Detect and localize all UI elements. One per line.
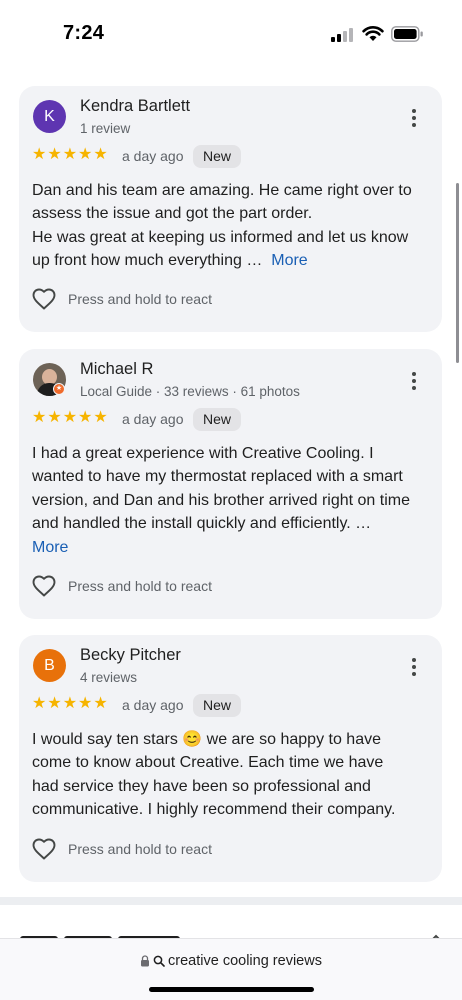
heart-icon[interactable] bbox=[32, 575, 56, 597]
more-options-icon[interactable] bbox=[404, 656, 424, 678]
star-icon: ★ bbox=[62, 695, 78, 712]
review-time: a day ago bbox=[122, 697, 184, 713]
review-text-line: Dan and his team are amazing. He came ri… bbox=[32, 182, 412, 199]
star-rating: ★ ★ ★ ★ ★ bbox=[32, 147, 108, 163]
reviewer-avatar[interactable]: K bbox=[33, 100, 66, 133]
reviewer-meta: 1 review bbox=[80, 121, 131, 136]
scrollbar[interactable] bbox=[456, 183, 459, 363]
reviewer-meta: 4 reviews bbox=[80, 670, 138, 685]
new-badge: New bbox=[193, 145, 242, 168]
star-icon: ★ bbox=[32, 409, 47, 426]
heart-icon[interactable] bbox=[32, 288, 56, 310]
review-card: K Kendra Bartlett 1 review ★ ★ ★ ★ ★ a d… bbox=[19, 86, 442, 332]
review-text-line: had service they have been so profession… bbox=[32, 777, 371, 795]
more-link[interactable]: More bbox=[32, 536, 432, 559]
reviewer-name[interactable]: Becky Pitcher bbox=[80, 646, 181, 665]
new-badge: New bbox=[193, 408, 242, 431]
star-rating: ★ ★ ★ ★ ★ bbox=[32, 410, 108, 426]
search-icon bbox=[153, 955, 165, 967]
star-icon: ★ bbox=[47, 409, 62, 426]
star-icon: ★ bbox=[47, 695, 62, 712]
review-text-line: version, and Dan and his brother arrived… bbox=[32, 491, 410, 509]
review-card: ★ Michael R Local Guide · 33 reviews · 6… bbox=[19, 349, 442, 619]
cellular-signal-icon bbox=[331, 28, 353, 42]
star-icon: ★ bbox=[78, 146, 93, 163]
react-row[interactable]: Press and hold to react bbox=[32, 575, 212, 597]
star-icon: ★ bbox=[93, 146, 108, 163]
review-card: B Becky Pitcher 4 reviews ★ ★ ★ ★ ★ a da… bbox=[19, 635, 442, 882]
battery-icon bbox=[391, 26, 423, 42]
star-icon: ★ bbox=[78, 409, 93, 426]
react-label: Press and hold to react bbox=[68, 291, 212, 307]
react-row[interactable]: Press and hold to react bbox=[32, 838, 212, 860]
reviewer-meta: Local Guide · 33 reviews · 61 photos bbox=[80, 384, 300, 399]
review-text-line: assess the issue and got the part order. bbox=[32, 205, 313, 223]
more-options-icon[interactable] bbox=[404, 370, 424, 392]
more-link[interactable]: More bbox=[271, 252, 307, 269]
star-icon: ★ bbox=[78, 695, 93, 712]
new-badge: New bbox=[193, 694, 242, 717]
review-text-line: I had a great experience with Creative C… bbox=[32, 445, 374, 462]
address-text[interactable]: creative cooling reviews bbox=[168, 953, 322, 969]
section-divider bbox=[0, 897, 462, 905]
review-text-line: come to know about Creative. Each time w… bbox=[32, 754, 384, 772]
local-guide-badge-icon: ★ bbox=[53, 383, 65, 395]
review-text-line: He was great at keeping us informed and … bbox=[32, 228, 409, 246]
star-icon: ★ bbox=[93, 695, 108, 712]
star-icon: ★ bbox=[62, 409, 78, 426]
review-text-line: wanted to have my thermostat replaced wi… bbox=[32, 468, 403, 486]
react-row[interactable]: Press and hold to react bbox=[32, 288, 212, 310]
star-icon: ★ bbox=[62, 146, 78, 163]
review-text-line: up front how much everything … bbox=[32, 252, 263, 270]
reviewer-name[interactable]: Kendra Bartlett bbox=[80, 97, 190, 116]
review-text-line-last: up front how much everything … More bbox=[32, 249, 432, 272]
star-rating: ★ ★ ★ ★ ★ bbox=[32, 696, 108, 712]
status-time: 7:24 bbox=[63, 22, 105, 44]
review-time: a day ago bbox=[122, 148, 184, 164]
star-icon: ★ bbox=[32, 146, 47, 163]
react-label: Press and hold to react bbox=[68, 841, 212, 857]
star-icon: ★ bbox=[93, 409, 108, 426]
review-text-line: communicative. I highly recommend their … bbox=[32, 801, 396, 819]
star-icon: ★ bbox=[47, 146, 62, 163]
address-content[interactable]: creative cooling reviews bbox=[0, 953, 462, 969]
review-text[interactable]: I would say ten stars 😊 we are so happy … bbox=[32, 728, 432, 822]
status-bar: 7:24 bbox=[0, 0, 462, 62]
review-text-line: and handled the install quickly and effi… bbox=[32, 515, 372, 533]
reviewer-avatar[interactable]: B bbox=[33, 649, 66, 682]
review-text[interactable]: Dan and his team are amazing. He came ri… bbox=[32, 179, 432, 273]
heart-icon[interactable] bbox=[32, 838, 56, 860]
review-time: a day ago bbox=[122, 411, 184, 427]
review-text[interactable]: I had a great experience with Creative C… bbox=[32, 442, 432, 559]
react-label: Press and hold to react bbox=[68, 578, 212, 594]
reviewer-name[interactable]: Michael R bbox=[80, 360, 153, 379]
home-indicator[interactable] bbox=[149, 987, 314, 992]
more-options-icon[interactable] bbox=[404, 107, 424, 129]
review-text-line: I would say ten stars 😊 we are so happy … bbox=[32, 731, 381, 748]
lock-icon bbox=[141, 955, 150, 967]
wifi-icon bbox=[362, 26, 384, 41]
star-icon: ★ bbox=[32, 695, 47, 712]
